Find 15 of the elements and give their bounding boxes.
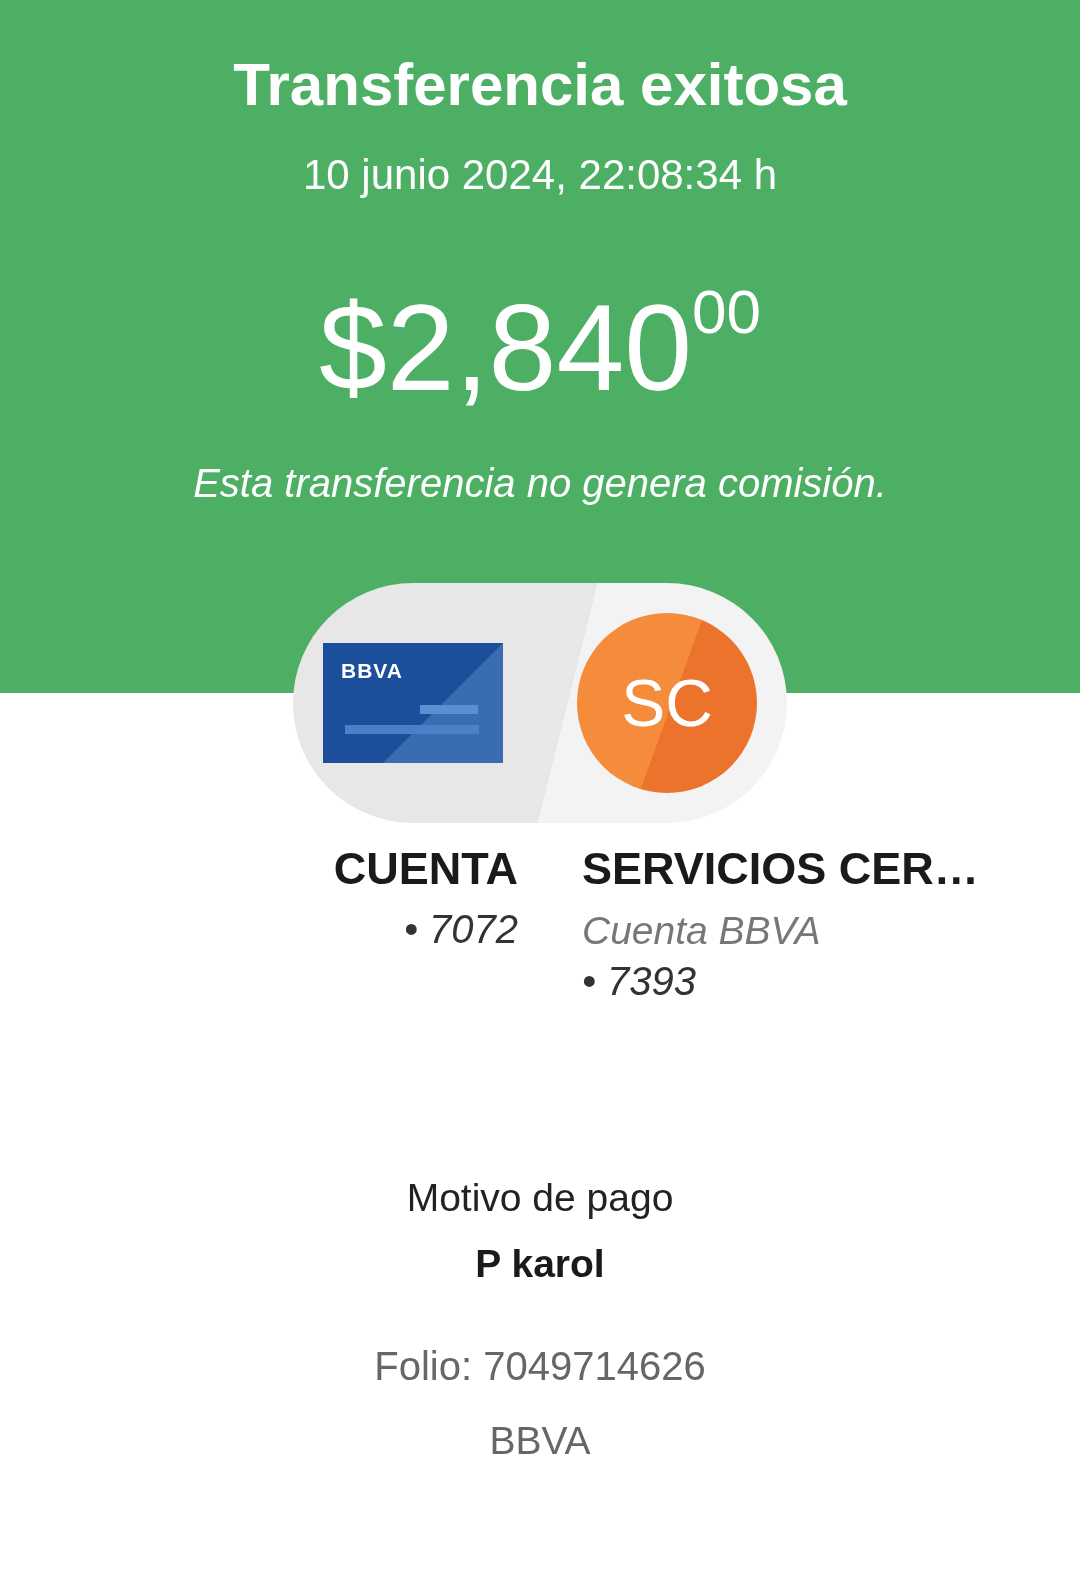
recipient-name: SERVICIOS CER… bbox=[582, 843, 979, 895]
origin-account-name: CUENTA bbox=[332, 843, 518, 895]
transfer-datetime: 10 junio 2024, 22:08:34 h bbox=[302, 151, 778, 199]
initials-avatar: SC bbox=[577, 613, 757, 793]
screen-title: Transferencia exitosa bbox=[233, 50, 847, 119]
payment-reason-value: P karol bbox=[475, 1242, 605, 1286]
recipient-bank: Cuenta BBVA bbox=[582, 909, 822, 953]
card-brand: BBVA bbox=[341, 659, 403, 683]
recipient-account-number: • 7393 bbox=[582, 959, 698, 1004]
bank-name: BBVA bbox=[489, 1419, 591, 1463]
folio-number: Folio: 7049714626 bbox=[374, 1344, 706, 1389]
transfer-amount: $2,840$^{00}$ bbox=[318, 287, 762, 409]
payment-reason-label: Motivo de pago bbox=[406, 1176, 674, 1220]
commission-note: Esta transferencia no genera comisión. bbox=[193, 461, 887, 506]
origin-account-number: • 7072 bbox=[402, 907, 518, 952]
